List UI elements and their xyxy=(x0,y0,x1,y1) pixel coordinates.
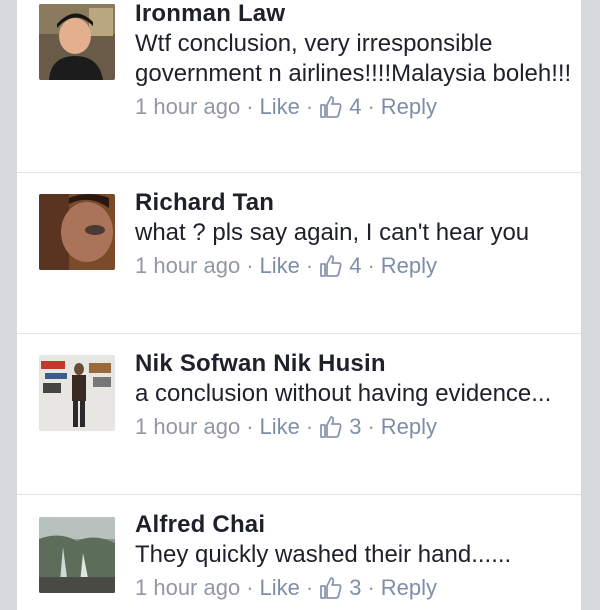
comment-timestamp[interactable]: 1 hour ago xyxy=(135,252,240,280)
reply-button[interactable]: Reply xyxy=(381,413,437,441)
comment-meta: 1 hour ago · Like · 3 · Reply xyxy=(135,413,575,441)
avatar[interactable] xyxy=(39,355,115,431)
like-button[interactable]: Like xyxy=(260,574,300,602)
comment-timestamp[interactable]: 1 hour ago xyxy=(135,574,240,602)
comment-text: They quickly washed their hand...... xyxy=(135,541,512,568)
comment-text: Wtf conclusion, very irresponsible gover… xyxy=(135,30,572,87)
separator: · xyxy=(367,575,375,600)
like-count[interactable]: 4 xyxy=(349,93,361,121)
comment-item: Nik Sofwan Nik Husin a conclusion withou… xyxy=(17,333,581,495)
thumbs-up-icon[interactable] xyxy=(319,415,343,439)
comment-feed: Ironman Law Wtf conclusion, very irrespo… xyxy=(17,0,581,610)
separator: · xyxy=(246,414,254,439)
thumbs-up-icon[interactable] xyxy=(319,576,343,600)
comment-meta: 1 hour ago · Like · 4 · Reply xyxy=(135,93,575,121)
like-button[interactable]: Like xyxy=(260,93,300,121)
comment-meta: 1 hour ago · Like · 4 · Reply xyxy=(135,252,575,280)
comment-text: what ? pls say again, I can't hear you xyxy=(135,219,530,246)
commenter-name[interactable]: Ironman Law xyxy=(135,0,575,28)
avatar[interactable] xyxy=(39,517,115,593)
like-count[interactable]: 4 xyxy=(349,252,361,280)
comment-timestamp[interactable]: 1 hour ago xyxy=(135,413,240,441)
separator: · xyxy=(367,253,375,278)
commenter-name[interactable]: Nik Sofwan Nik Husin xyxy=(135,350,575,378)
separator: · xyxy=(246,575,254,600)
comment-item: Ironman Law Wtf conclusion, very irrespo… xyxy=(17,0,581,173)
thumbs-up-icon[interactable] xyxy=(319,254,343,278)
separator: · xyxy=(305,414,314,439)
comment-timestamp[interactable]: 1 hour ago xyxy=(135,93,240,121)
like-button[interactable]: Like xyxy=(260,413,300,441)
separator: · xyxy=(246,94,254,119)
commenter-name[interactable]: Alfred Chai xyxy=(135,511,575,539)
reply-button[interactable]: Reply xyxy=(381,93,437,121)
comment-meta: 1 hour ago · Like · 3 · Reply xyxy=(135,574,575,602)
reply-button[interactable]: Reply xyxy=(381,252,437,280)
thumbs-up-icon[interactable] xyxy=(319,95,343,119)
like-button[interactable]: Like xyxy=(260,252,300,280)
separator: · xyxy=(305,253,314,278)
like-count[interactable]: 3 xyxy=(349,413,361,441)
reply-button[interactable]: Reply xyxy=(381,574,437,602)
avatar[interactable] xyxy=(39,194,115,270)
separator: · xyxy=(305,575,314,600)
avatar[interactable] xyxy=(39,4,115,80)
separator: · xyxy=(305,94,314,119)
commenter-name[interactable]: Richard Tan xyxy=(135,189,575,217)
comment-text: a conclusion without having evidence... xyxy=(135,380,552,407)
comment-item: Richard Tan what ? pls say again, I can'… xyxy=(17,172,581,334)
comment-item: Alfred Chai They quickly washed their ha… xyxy=(17,494,581,610)
separator: · xyxy=(367,94,375,119)
separator: · xyxy=(246,253,254,278)
separator: · xyxy=(367,414,375,439)
like-count[interactable]: 3 xyxy=(349,574,361,602)
